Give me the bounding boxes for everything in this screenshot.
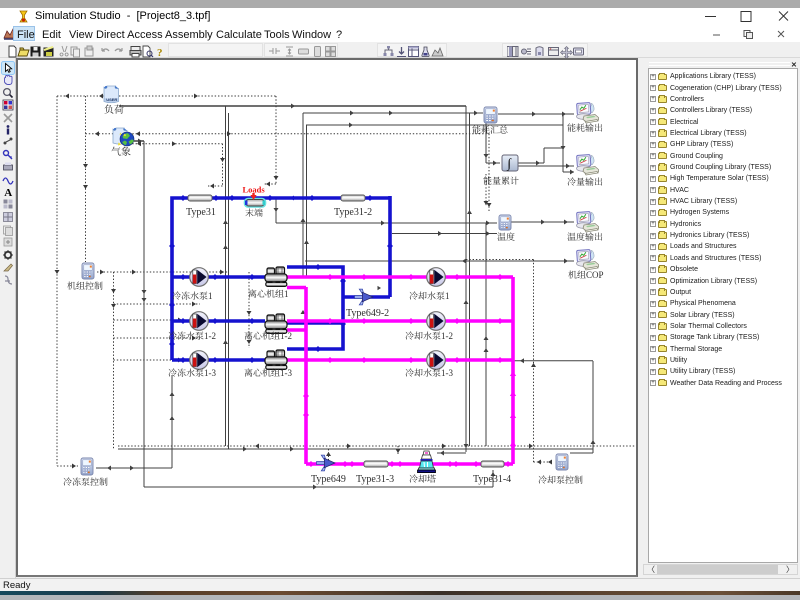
- svg-text:USER: USER: [106, 97, 117, 102]
- svg-text:1-3: 1-3: [441, 368, 453, 378]
- svg-text:1: 1: [208, 291, 213, 301]
- svg-text:1-2: 1-2: [204, 331, 216, 341]
- svg-text:1-3: 1-3: [280, 368, 292, 378]
- svg-text:Type31: Type31: [186, 207, 216, 218]
- svg-text:Type649-2: Type649-2: [346, 308, 389, 319]
- svg-text:Type31-3: Type31-3: [356, 474, 394, 485]
- svg-text:1: 1: [445, 291, 450, 301]
- svg-text:1-2: 1-2: [441, 331, 453, 341]
- svg-text:COP: COP: [586, 270, 604, 280]
- svg-text:1-3: 1-3: [204, 368, 216, 378]
- svg-text:Type649: Type649: [311, 474, 346, 485]
- svg-text:1-2: 1-2: [280, 331, 292, 341]
- svg-text:Type31-4: Type31-4: [473, 474, 511, 485]
- svg-text:?: ?: [157, 47, 163, 58]
- svg-text:1: 1: [284, 289, 289, 299]
- svg-text:Type31-2: Type31-2: [334, 207, 372, 218]
